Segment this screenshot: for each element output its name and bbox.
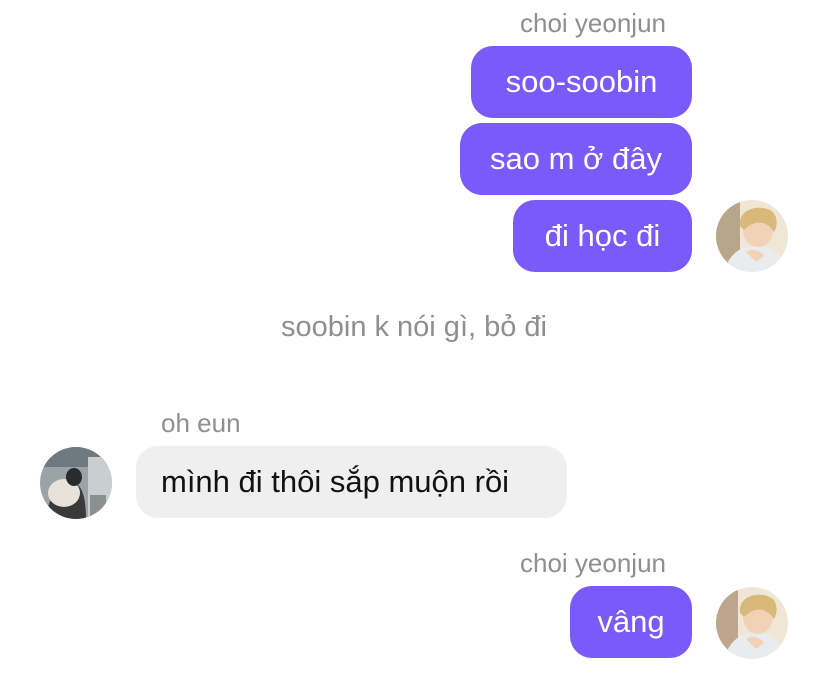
sender-name: oh eun xyxy=(161,408,241,438)
sender-name: choi yeonjun xyxy=(520,548,666,578)
message-bubble[interactable]: đi học đi xyxy=(513,200,692,272)
user-avatar-photo-icon[interactable] xyxy=(716,587,788,659)
user-avatar-photo-icon[interactable] xyxy=(716,200,788,272)
message-bubble[interactable]: soo-soobin xyxy=(471,46,692,118)
sender-name: choi yeonjun xyxy=(520,8,666,38)
system-message: soobin k nói gì, bỏ đi xyxy=(280,311,547,343)
message-bubble[interactable]: mình đi thôi sắp muộn rồi xyxy=(136,446,567,518)
message-bubble[interactable]: sao m ở đây xyxy=(460,123,692,195)
user-avatar-photo-icon[interactable] xyxy=(40,447,112,519)
message-bubble[interactable]: vâng xyxy=(570,586,692,658)
